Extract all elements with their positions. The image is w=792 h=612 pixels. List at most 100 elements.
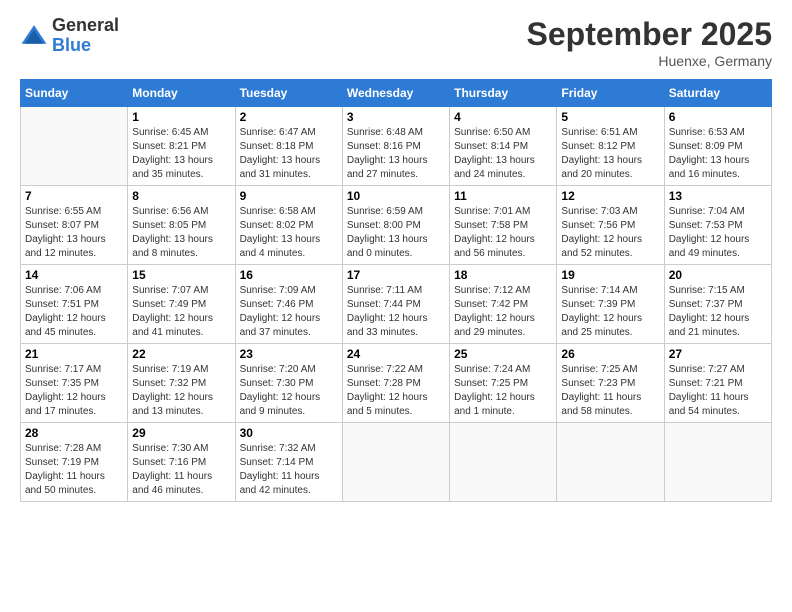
day-number: 28 bbox=[25, 426, 123, 440]
calendar-header-row: SundayMondayTuesdayWednesdayThursdayFrid… bbox=[21, 80, 772, 107]
calendar-cell: 7 Sunrise: 6:55 AM Sunset: 8:07 PM Daylig… bbox=[21, 186, 128, 265]
day-number: 2 bbox=[240, 110, 338, 124]
day-info: Sunrise: 6:58 AM Sunset: 8:02 PM Dayligh… bbox=[240, 205, 338, 261]
calendar-cell bbox=[557, 423, 664, 502]
day-info: Sunrise: 7:07 AM Sunset: 7:49 PM Dayligh… bbox=[132, 284, 230, 340]
day-info: Sunrise: 6:48 AM Sunset: 8:16 PM Dayligh… bbox=[347, 126, 445, 182]
calendar-cell: 18 Sunrise: 7:12 AM Sunset: 7:42 PM Dayli… bbox=[450, 265, 557, 344]
day-number: 12 bbox=[561, 189, 659, 203]
calendar-cell: 25 Sunrise: 7:24 AM Sunset: 7:25 PM Dayli… bbox=[450, 344, 557, 423]
calendar-cell: 4 Sunrise: 6:50 AM Sunset: 8:14 PM Daylig… bbox=[450, 107, 557, 186]
page: General Blue September 2025 Huenxe, Germ… bbox=[0, 0, 792, 612]
calendar-week-row: 21 Sunrise: 7:17 AM Sunset: 7:35 PM Dayli… bbox=[21, 344, 772, 423]
day-number: 14 bbox=[25, 268, 123, 282]
calendar-cell: 28 Sunrise: 7:28 AM Sunset: 7:19 PM Dayli… bbox=[21, 423, 128, 502]
day-number: 18 bbox=[454, 268, 552, 282]
day-info: Sunrise: 7:15 AM Sunset: 7:37 PM Dayligh… bbox=[669, 284, 767, 340]
day-info: Sunrise: 7:12 AM Sunset: 7:42 PM Dayligh… bbox=[454, 284, 552, 340]
day-number: 26 bbox=[561, 347, 659, 361]
calendar-cell: 12 Sunrise: 7:03 AM Sunset: 7:56 PM Dayli… bbox=[557, 186, 664, 265]
header: General Blue September 2025 Huenxe, Germ… bbox=[20, 16, 772, 69]
day-number: 22 bbox=[132, 347, 230, 361]
calendar-week-row: 1 Sunrise: 6:45 AM Sunset: 8:21 PM Daylig… bbox=[21, 107, 772, 186]
calendar-cell: 8 Sunrise: 6:56 AM Sunset: 8:05 PM Daylig… bbox=[128, 186, 235, 265]
day-number: 21 bbox=[25, 347, 123, 361]
day-info: Sunrise: 7:30 AM Sunset: 7:16 PM Dayligh… bbox=[132, 442, 230, 498]
day-number: 7 bbox=[25, 189, 123, 203]
calendar-cell: 20 Sunrise: 7:15 AM Sunset: 7:37 PM Dayli… bbox=[664, 265, 771, 344]
day-info: Sunrise: 7:28 AM Sunset: 7:19 PM Dayligh… bbox=[25, 442, 123, 498]
calendar-cell: 6 Sunrise: 6:53 AM Sunset: 8:09 PM Daylig… bbox=[664, 107, 771, 186]
day-info: Sunrise: 7:19 AM Sunset: 7:32 PM Dayligh… bbox=[132, 363, 230, 419]
day-info: Sunrise: 6:53 AM Sunset: 8:09 PM Dayligh… bbox=[669, 126, 767, 182]
day-info: Sunrise: 6:45 AM Sunset: 8:21 PM Dayligh… bbox=[132, 126, 230, 182]
day-number: 20 bbox=[669, 268, 767, 282]
calendar-cell bbox=[450, 423, 557, 502]
day-number: 1 bbox=[132, 110, 230, 124]
day-number: 17 bbox=[347, 268, 445, 282]
day-number: 3 bbox=[347, 110, 445, 124]
col-header-tuesday: Tuesday bbox=[235, 80, 342, 107]
location: Huenxe, Germany bbox=[527, 53, 772, 69]
day-info: Sunrise: 7:06 AM Sunset: 7:51 PM Dayligh… bbox=[25, 284, 123, 340]
logo-general-text: General bbox=[52, 16, 119, 36]
calendar-cell: 17Sunrise: 7:11 AM Sunset: 7:44 PM Dayli… bbox=[342, 265, 449, 344]
day-info: Sunrise: 6:50 AM Sunset: 8:14 PM Dayligh… bbox=[454, 126, 552, 182]
day-info: Sunrise: 7:14 AM Sunset: 7:39 PM Dayligh… bbox=[561, 284, 659, 340]
day-info: Sunrise: 7:32 AM Sunset: 7:14 PM Dayligh… bbox=[240, 442, 338, 498]
day-info: Sunrise: 6:55 AM Sunset: 8:07 PM Dayligh… bbox=[25, 205, 123, 261]
day-number: 11 bbox=[454, 189, 552, 203]
logo: General Blue bbox=[20, 16, 119, 56]
calendar-cell: 26Sunrise: 7:25 AM Sunset: 7:23 PM Dayli… bbox=[557, 344, 664, 423]
calendar-cell: 19 Sunrise: 7:14 AM Sunset: 7:39 PM Dayli… bbox=[557, 265, 664, 344]
col-header-wednesday: Wednesday bbox=[342, 80, 449, 107]
day-number: 27 bbox=[669, 347, 767, 361]
day-number: 25 bbox=[454, 347, 552, 361]
calendar-week-row: 28 Sunrise: 7:28 AM Sunset: 7:19 PM Dayli… bbox=[21, 423, 772, 502]
day-info: Sunrise: 7:09 AM Sunset: 7:46 PM Dayligh… bbox=[240, 284, 338, 340]
calendar-week-row: 14 Sunrise: 7:06 AM Sunset: 7:51 PM Dayli… bbox=[21, 265, 772, 344]
calendar-cell: 29 Sunrise: 7:30 AM Sunset: 7:16 PM Dayli… bbox=[128, 423, 235, 502]
day-info: Sunrise: 6:56 AM Sunset: 8:05 PM Dayligh… bbox=[132, 205, 230, 261]
month-title: September 2025 bbox=[527, 16, 772, 53]
day-info: Sunrise: 7:03 AM Sunset: 7:56 PM Dayligh… bbox=[561, 205, 659, 261]
calendar-cell: 24Sunrise: 7:22 AM Sunset: 7:28 PM Dayli… bbox=[342, 344, 449, 423]
calendar-cell: 21 Sunrise: 7:17 AM Sunset: 7:35 PM Dayli… bbox=[21, 344, 128, 423]
day-number: 9 bbox=[240, 189, 338, 203]
calendar-cell: 5 Sunrise: 6:51 AM Sunset: 8:12 PM Daylig… bbox=[557, 107, 664, 186]
day-number: 24 bbox=[347, 347, 445, 361]
day-info: Sunrise: 7:24 AM Sunset: 7:25 PM Dayligh… bbox=[454, 363, 552, 419]
calendar-cell: 27Sunrise: 7:27 AM Sunset: 7:21 PM Dayli… bbox=[664, 344, 771, 423]
calendar-cell bbox=[21, 107, 128, 186]
col-header-monday: Monday bbox=[128, 80, 235, 107]
calendar-cell: 14 Sunrise: 7:06 AM Sunset: 7:51 PM Dayli… bbox=[21, 265, 128, 344]
logo-icon bbox=[20, 22, 48, 50]
day-info: Sunrise: 6:59 AM Sunset: 8:00 PM Dayligh… bbox=[347, 205, 445, 261]
calendar-cell: 3 Sunrise: 6:48 AM Sunset: 8:16 PM Daylig… bbox=[342, 107, 449, 186]
calendar-cell: 15 Sunrise: 7:07 AM Sunset: 7:49 PM Dayli… bbox=[128, 265, 235, 344]
day-info: Sunrise: 7:20 AM Sunset: 7:30 PM Dayligh… bbox=[240, 363, 338, 419]
day-number: 8 bbox=[132, 189, 230, 203]
day-number: 15 bbox=[132, 268, 230, 282]
day-number: 29 bbox=[132, 426, 230, 440]
col-header-friday: Friday bbox=[557, 80, 664, 107]
calendar: SundayMondayTuesdayWednesdayThursdayFrid… bbox=[20, 79, 772, 502]
title-block: September 2025 Huenxe, Germany bbox=[527, 16, 772, 69]
day-info: Sunrise: 6:51 AM Sunset: 8:12 PM Dayligh… bbox=[561, 126, 659, 182]
day-number: 16 bbox=[240, 268, 338, 282]
calendar-cell: 1 Sunrise: 6:45 AM Sunset: 8:21 PM Daylig… bbox=[128, 107, 235, 186]
calendar-cell: 22 Sunrise: 7:19 AM Sunset: 7:32 PM Dayli… bbox=[128, 344, 235, 423]
calendar-cell: 13Sunrise: 7:04 AM Sunset: 7:53 PM Dayli… bbox=[664, 186, 771, 265]
day-info: Sunrise: 7:01 AM Sunset: 7:58 PM Dayligh… bbox=[454, 205, 552, 261]
day-number: 19 bbox=[561, 268, 659, 282]
day-number: 4 bbox=[454, 110, 552, 124]
calendar-week-row: 7 Sunrise: 6:55 AM Sunset: 8:07 PM Daylig… bbox=[21, 186, 772, 265]
day-number: 10 bbox=[347, 189, 445, 203]
calendar-cell bbox=[664, 423, 771, 502]
calendar-cell: 9 Sunrise: 6:58 AM Sunset: 8:02 PM Daylig… bbox=[235, 186, 342, 265]
day-info: Sunrise: 7:17 AM Sunset: 7:35 PM Dayligh… bbox=[25, 363, 123, 419]
day-number: 5 bbox=[561, 110, 659, 124]
calendar-cell: 16 Sunrise: 7:09 AM Sunset: 7:46 PM Dayli… bbox=[235, 265, 342, 344]
day-number: 13 bbox=[669, 189, 767, 203]
day-number: 6 bbox=[669, 110, 767, 124]
